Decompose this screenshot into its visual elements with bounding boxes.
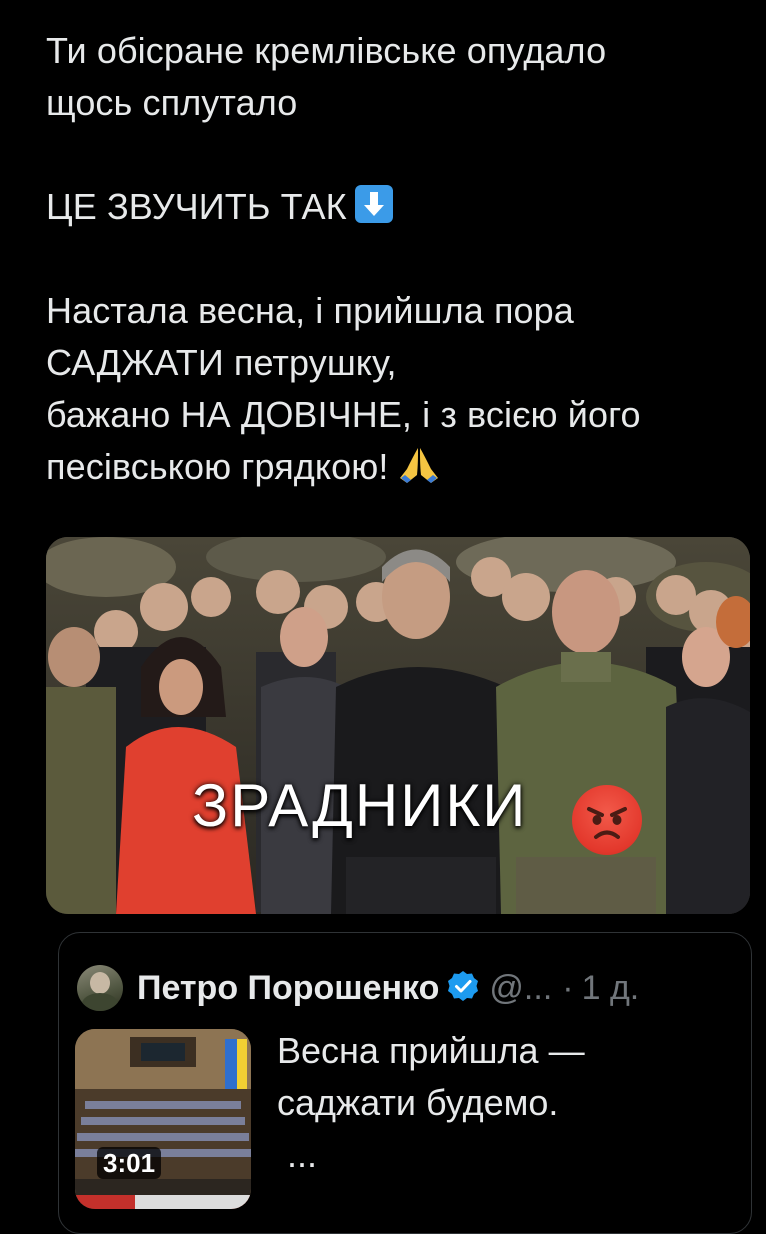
tweet-line-text: ЦЕ ЗВУЧИТЬ ТАК	[46, 186, 347, 227]
tweet-image[interactable]: ЗРАДНИКИ	[46, 537, 750, 914]
quoted-tweet-header: Петро Порошенко @... · 1 д.	[77, 963, 639, 1013]
parliament-thumbnail	[75, 1029, 251, 1209]
separator-dot: ·	[562, 968, 574, 1007]
tweet-line: бажано НА ДОВІЧНЕ, і з всією його	[46, 394, 641, 435]
tweet-line-text: песівською грядкою!	[46, 446, 389, 487]
tweet-line: САДЖАТИ петрушку,	[46, 342, 397, 383]
verified-badge-icon	[447, 970, 479, 1007]
timestamp[interactable]: 1 д.	[582, 969, 640, 1008]
avatar[interactable]	[77, 965, 123, 1011]
show-more-ellipsis[interactable]: ...	[277, 1129, 737, 1181]
group-photo	[46, 537, 750, 914]
tweet-line: Настала весна, і прийшла пора	[46, 290, 574, 331]
quoted-tweet-text: Весна прийшла — саджати будемо. ...	[277, 1025, 737, 1181]
image-caption: ЗРАДНИКИ	[192, 772, 528, 839]
tweet-text: Ти обісране кремлівське опудало щось спл…	[46, 25, 746, 499]
folded-hands-icon	[397, 445, 441, 499]
quoted-line: саджати будемо.	[277, 1082, 559, 1123]
quoted-line: Весна прийшла —	[277, 1030, 585, 1071]
video-thumbnail[interactable]: 3:01	[75, 1029, 251, 1209]
tweet-line: Ти обісране кремлівське опудало	[46, 30, 607, 71]
previous-text-fragment	[46, 0, 426, 4]
tweet-line: ЦЕ ЗВУЧИТЬ ТАК	[46, 181, 746, 233]
tweet-line: песівською грядкою!	[46, 441, 746, 499]
tweet-line: щось сплутало	[46, 82, 298, 123]
author-handle[interactable]: @...	[489, 969, 552, 1008]
down-arrow-icon	[354, 185, 393, 223]
angry-face-icon	[572, 785, 642, 855]
quoted-tweet[interactable]: Петро Порошенко @... · 1 д. 3:01 Весна п…	[58, 932, 752, 1234]
video-duration: 3:01	[97, 1147, 162, 1179]
author-name[interactable]: Петро Порошенко	[137, 969, 439, 1008]
